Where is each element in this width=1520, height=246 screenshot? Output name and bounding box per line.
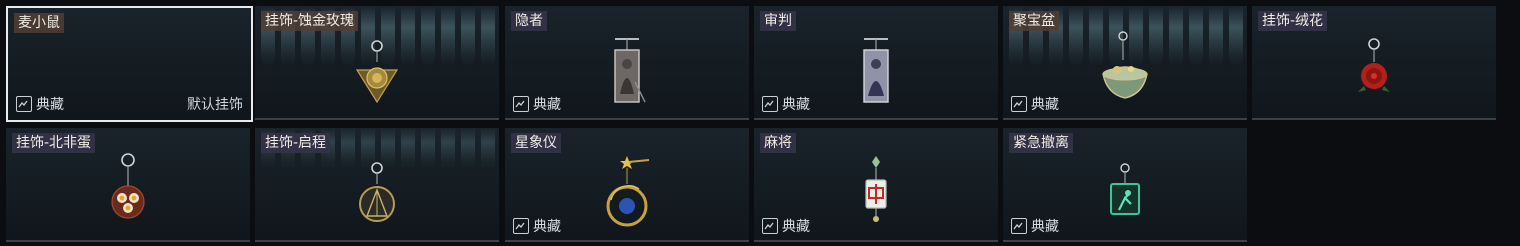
compass-pendant-icon [359,162,395,222]
charm-name: 紧急撤离 [1009,133,1073,153]
charm-card-mahjong[interactable]: 麻将 典藏 [754,128,998,242]
charm-name: 审判 [760,11,796,31]
collection-label: 典藏 [1031,219,1059,235]
hermit-card-icon [614,38,646,103]
charm-grid: 麦小鼠 典藏 默认挂饰 挂饰-蚀金玫瑰 隐者 典藏 审判 典藏 聚宝盆 典藏 挂… [0,0,1520,246]
charm-name: 麦小鼠 [14,13,64,33]
charm-card-emergency-exit[interactable]: 紧急撤离 典藏 [1003,128,1247,242]
charm-card-judgement[interactable]: 审判 典藏 [754,6,998,120]
collection-badge: 典藏 [513,94,561,114]
charm-card-velvet-flower[interactable]: 挂饰-绒花 [1252,6,1496,120]
collection-icon [762,218,778,234]
collection-icon [513,96,529,112]
collection-icon [513,218,529,234]
charm-name: 麻将 [760,133,796,153]
collection-label: 典藏 [1031,97,1059,113]
charm-name: 聚宝盆 [1009,11,1059,31]
charm-card-astrolabe[interactable]: 星象仪 典藏 [505,128,749,242]
collection-label: 典藏 [533,97,561,113]
charm-card-shakshuka[interactable]: 挂饰-北非蛋 [6,128,250,242]
velvet-flower-icon [1358,38,1390,92]
charm-name: 挂饰-北非蛋 [12,133,96,153]
charm-card-mouse[interactable]: 麦小鼠 典藏 默认挂饰 [6,6,253,122]
collection-label: 典藏 [782,219,810,235]
judgement-card-icon [863,38,889,103]
default-charm-label: 默认挂饰 [187,97,243,113]
emergency-exit-icon [1110,163,1140,215]
astrolabe-icon [606,156,650,227]
charm-card-departure[interactable]: 挂饰-启程 [255,128,499,242]
shakshuka-pan-icon [111,153,145,219]
collection-icon [1011,96,1027,112]
charm-card-rose-gold[interactable]: 挂饰-蚀金玫瑰 [255,6,499,120]
collection-badge: 典藏 [513,216,561,236]
charm-name: 隐者 [511,11,547,31]
charm-name: 星象仪 [511,133,561,153]
collection-icon [16,96,32,112]
collection-label: 典藏 [36,97,64,113]
collection-icon [762,96,778,112]
collection-label: 典藏 [533,219,561,235]
collection-badge: 典藏 [762,94,810,114]
treasure-bowl-icon [1102,31,1148,99]
collection-badge: 典藏 [1011,94,1059,114]
collection-label: 典藏 [782,97,810,113]
mahjong-tile-icon [865,156,887,222]
charm-card-hermit[interactable]: 隐者 典藏 [505,6,749,120]
charm-name: 挂饰-启程 [261,133,331,153]
charm-name: 挂饰-绒花 [1258,11,1328,31]
collection-badge: 典藏 [762,216,810,236]
rose-gold-charm-icon [355,40,399,104]
collection-badge: 典藏 [1011,216,1059,236]
collection-icon [1011,218,1027,234]
charm-card-treasure-bowl[interactable]: 聚宝盆 典藏 [1003,6,1247,120]
collection-badge: 典藏 [16,94,64,114]
